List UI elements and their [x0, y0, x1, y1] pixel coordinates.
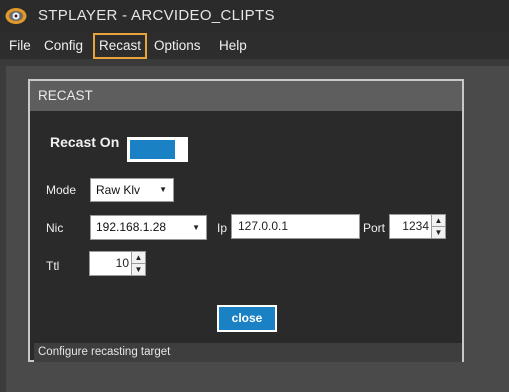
- recast-dialog: RECAST Recast On Mode Raw Klv ▼ Nic 192.…: [28, 79, 464, 362]
- window-title: STPLAYER - ARCVIDEO_CLIPTS: [38, 7, 275, 24]
- nic-select[interactable]: 192.168.1.28 ▼: [90, 215, 207, 240]
- ttl-spin-buttons: ▲ ▼: [131, 252, 145, 275]
- recast-on-toggle[interactable]: [127, 137, 188, 162]
- dialog-title: RECAST: [30, 81, 462, 111]
- ttl-spinner[interactable]: 10 ▲ ▼: [89, 251, 146, 276]
- ip-label: Ip: [217, 221, 228, 235]
- status-bar: Configure recasting target: [34, 343, 462, 362]
- arrow-up-icon[interactable]: ▲: [432, 215, 445, 227]
- recast-on-label: Recast On: [50, 134, 120, 150]
- mode-label: Mode: [46, 183, 77, 197]
- mode-select[interactable]: Raw Klv ▼: [90, 178, 174, 202]
- title-bar: STPLAYER - ARCVIDEO_CLIPTS: [0, 0, 509, 33]
- nic-label: Nic: [46, 221, 64, 235]
- port-value: 1234: [402, 219, 429, 233]
- nic-value: 192.168.1.28: [96, 220, 167, 234]
- close-button[interactable]: close: [217, 305, 277, 332]
- workspace-edge: [0, 59, 509, 66]
- ttl-value: 10: [115, 256, 129, 270]
- menu-bar: File Config Recast Options Help: [0, 33, 509, 59]
- ip-input[interactable]: 127.0.0.1: [231, 214, 360, 239]
- chevron-down-icon: ▼: [192, 223, 200, 232]
- menu-config[interactable]: Config: [39, 33, 88, 59]
- mode-value: Raw Klv: [96, 183, 141, 197]
- chevron-down-icon: ▼: [159, 185, 167, 194]
- port-spinner[interactable]: 1234 ▲ ▼: [389, 214, 446, 239]
- arrow-up-icon[interactable]: ▲: [132, 252, 145, 264]
- menu-recast[interactable]: Recast: [93, 33, 148, 59]
- menu-help[interactable]: Help: [214, 33, 252, 59]
- eye-logo-icon: [5, 8, 27, 24]
- port-label: Port: [363, 221, 386, 235]
- toggle-fill: [130, 140, 175, 159]
- menu-options[interactable]: Options: [149, 33, 206, 59]
- port-spin-buttons: ▲ ▼: [431, 215, 445, 238]
- arrow-down-icon[interactable]: ▼: [432, 227, 445, 239]
- arrow-down-icon[interactable]: ▼: [132, 264, 145, 276]
- ttl-label: Ttl: [46, 259, 60, 273]
- menu-file[interactable]: File: [4, 33, 36, 59]
